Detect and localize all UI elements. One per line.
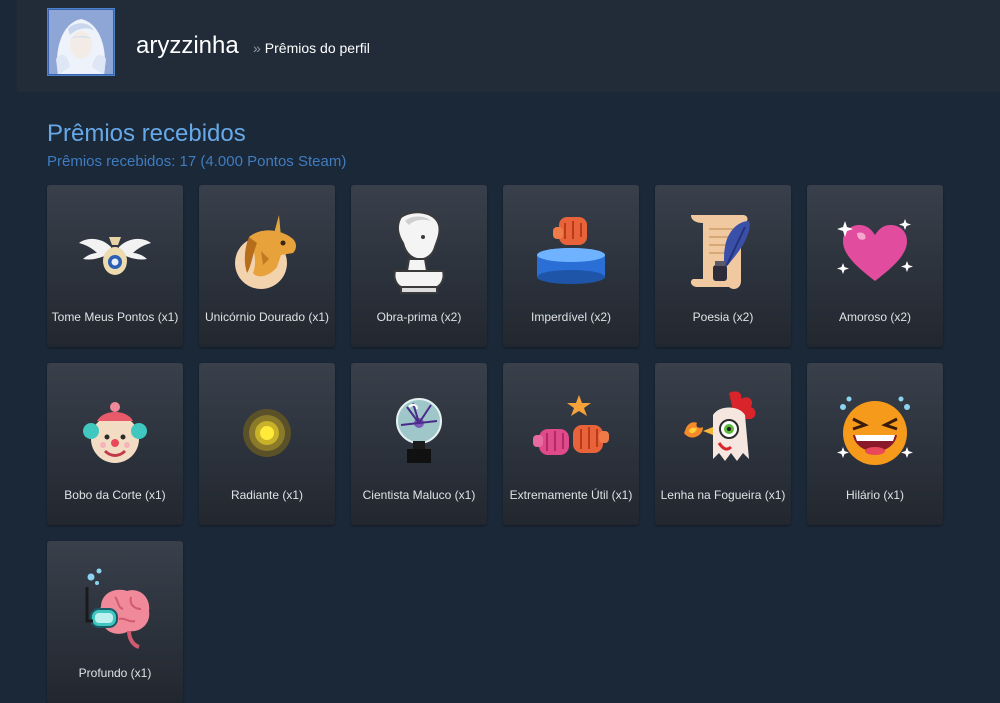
radiant-orb-icon (227, 385, 307, 475)
award-label: Obra-prima (x2) (376, 310, 462, 324)
award-card-bobo-da-corte[interactable]: Bobo da Corte (x1) (47, 363, 183, 525)
award-card-unicornio-dourado[interactable]: Unicórnio Dourado (x1) (199, 185, 335, 347)
award-label: Bobo da Corte (x1) (64, 488, 166, 502)
award-label: Extremamente Útil (x1) (509, 488, 633, 502)
breadcrumb: » Prêmios do perfil (253, 40, 370, 56)
award-label: Tome Meus Pontos (x1) (51, 310, 179, 324)
awards-summary: Prêmios recebidos: 17 (4.000 Pontos Stea… (47, 153, 347, 170)
laughing-face-icon (835, 385, 915, 475)
award-label: Amoroso (x2) (838, 310, 912, 324)
winged-coin-bag-icon (75, 207, 155, 297)
award-label: Profundo (x1) (78, 666, 152, 680)
award-card-obra-prima[interactable]: Obra-prima (x2) (351, 185, 487, 347)
diving-brain-icon (75, 563, 155, 653)
award-label: Imperdível (x2) (530, 310, 612, 324)
sparkling-heart-icon (835, 207, 915, 297)
award-label: Poesia (x2) (692, 310, 754, 324)
page-title: Prêmios recebidos (47, 120, 246, 147)
award-label: Unicórnio Dourado (x1) (204, 310, 330, 324)
clown-face-icon (75, 385, 155, 475)
quill-scroll-icon (683, 207, 763, 297)
user-avatar[interactable] (47, 8, 115, 76)
award-label: Hilário (x1) (845, 488, 904, 502)
golden-unicorn-icon (227, 207, 307, 297)
award-card-lenha-na-fogueira[interactable]: Lenha na Fogueira (x1) (655, 363, 791, 525)
award-label: Lenha na Fogueira (x1) (660, 488, 786, 502)
award-card-cientista-maluco[interactable]: Cientista Maluco (x1) (351, 363, 487, 525)
award-card-hilario[interactable]: Hilário (x1) (807, 363, 943, 525)
award-card-profundo[interactable]: Profundo (x1) (47, 541, 183, 703)
button-fist-icon (531, 207, 611, 297)
award-card-imperdivel[interactable]: Imperdível (x2) (503, 185, 639, 347)
award-label: Cientista Maluco (x1) (362, 488, 476, 502)
fire-chicken-icon (683, 385, 763, 475)
profile-header: aryzzinha » Prêmios do perfil (17, 0, 1000, 92)
award-card-tome-meus-pontos[interactable]: Tome Meus Pontos (x1) (47, 185, 183, 347)
award-card-amoroso[interactable]: Amoroso (x2) (807, 185, 943, 347)
persona-name[interactable]: aryzzinha (136, 33, 239, 59)
award-card-poesia[interactable]: Poesia (x2) (655, 185, 791, 347)
award-card-radiante[interactable]: Radiante (x1) (199, 363, 335, 525)
award-card-extremamente-util[interactable]: Extremamente Útil (x1) (503, 363, 639, 525)
plasma-globe-icon (379, 385, 459, 475)
breadcrumb-page: Prêmios do perfil (264, 40, 370, 56)
award-label: Radiante (x1) (230, 488, 304, 502)
fist-bump-star-icon (531, 385, 611, 475)
breadcrumb-separator: » (253, 40, 261, 56)
marble-bust-icon (379, 207, 459, 297)
